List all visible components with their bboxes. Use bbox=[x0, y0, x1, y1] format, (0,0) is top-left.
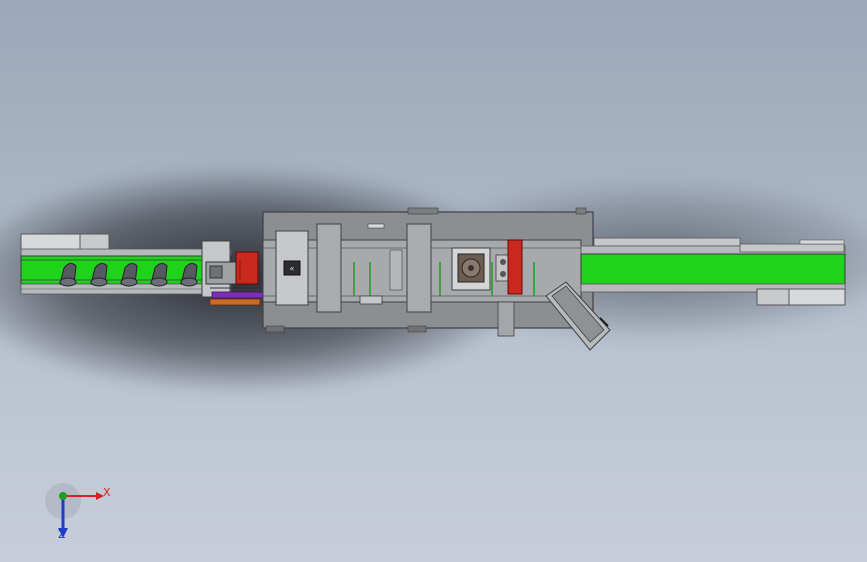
y-axis-dot bbox=[59, 492, 67, 500]
x-axis-label: X bbox=[103, 486, 111, 499]
station-panel-1[interactable] bbox=[316, 223, 342, 313]
motor-module[interactable] bbox=[451, 247, 491, 291]
machine-assembly[interactable]: « bbox=[0, 0, 867, 562]
support-stand bbox=[497, 301, 515, 337]
right-conveyor[interactable] bbox=[580, 237, 846, 306]
z-axis-label: Z bbox=[58, 528, 66, 541]
cad-viewport[interactable]: « X Z bbox=[0, 0, 867, 562]
svg-text:«: « bbox=[290, 264, 295, 273]
control-cabinet[interactable]: « bbox=[275, 230, 309, 306]
heat-sealer[interactable] bbox=[507, 239, 523, 295]
left-conveyor[interactable] bbox=[20, 233, 232, 295]
infeed-mechanism[interactable] bbox=[201, 240, 268, 306]
station-panel-2[interactable] bbox=[406, 223, 432, 313]
